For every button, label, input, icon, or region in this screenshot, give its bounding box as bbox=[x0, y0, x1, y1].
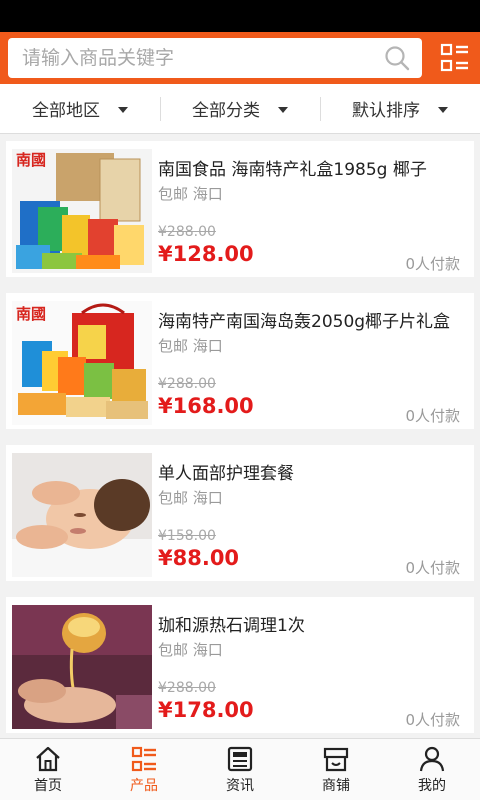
filter-category[interactable]: 全部分类 bbox=[160, 84, 320, 133]
shipping-label: 包邮 bbox=[158, 185, 189, 203]
sale-price: ¥128.00 bbox=[158, 242, 254, 266]
filter-region-label: 全部地区 bbox=[32, 101, 100, 121]
original-price: ¥158.00 bbox=[158, 528, 216, 544]
list-icon bbox=[131, 746, 156, 772]
status-bar bbox=[0, 0, 480, 32]
caret-down-icon bbox=[118, 106, 128, 113]
product-title: 单人面部护理套餐 bbox=[158, 464, 294, 484]
shipping-label: 包邮 bbox=[158, 641, 189, 659]
tab-store-label: 商铺 bbox=[322, 778, 350, 794]
product-card[interactable]: 珈和源热石调理1次 包邮 海口 ¥288.00 ¥178.00 0人付款 bbox=[6, 597, 474, 733]
paid-count: 0人付款 bbox=[405, 711, 460, 729]
filter-bar: 全部地区 全部分类 默认排序 bbox=[0, 84, 480, 134]
news-icon bbox=[227, 746, 253, 772]
paid-count: 0人付款 bbox=[405, 407, 460, 425]
tab-products[interactable]: 产品 bbox=[96, 739, 192, 800]
bottom-nav: 首页 产品 资讯 商铺 我的 bbox=[0, 738, 480, 800]
tab-store[interactable]: 商铺 bbox=[288, 739, 384, 800]
product-meta: 包邮 海口 bbox=[158, 335, 223, 356]
paid-count: 0人付款 bbox=[405, 559, 460, 577]
location-label: 海口 bbox=[192, 641, 223, 659]
tab-home[interactable]: 首页 bbox=[0, 739, 96, 800]
product-meta: 包邮 海口 bbox=[158, 639, 223, 660]
paid-count: 0人付款 bbox=[405, 255, 460, 273]
product-thumbnail bbox=[12, 605, 152, 729]
product-title: 珈和源热石调理1次 bbox=[158, 616, 305, 636]
product-thumbnail bbox=[12, 453, 152, 577]
filter-category-label: 全部分类 bbox=[192, 101, 260, 121]
search-input[interactable] bbox=[22, 38, 372, 78]
original-price: ¥288.00 bbox=[158, 224, 216, 240]
filter-sort-label: 默认排序 bbox=[352, 101, 420, 121]
product-meta: 包邮 海口 bbox=[158, 183, 223, 204]
original-price: ¥288.00 bbox=[158, 376, 216, 392]
caret-down-icon bbox=[438, 106, 448, 113]
tab-profile[interactable]: 我的 bbox=[384, 739, 480, 800]
search-icon[interactable] bbox=[384, 45, 410, 71]
product-thumbnail: 南國 bbox=[12, 301, 152, 425]
store-icon bbox=[323, 747, 349, 772]
product-list: 南國 南国食品 海南特产礼盒1985g 椰子 包邮 海口 ¥288.00 ¥12… bbox=[0, 134, 480, 738]
tab-news-label: 资讯 bbox=[226, 778, 254, 794]
top-bar bbox=[0, 32, 480, 84]
sale-price: ¥178.00 bbox=[158, 698, 254, 722]
sale-price: ¥88.00 bbox=[158, 546, 240, 570]
product-title: 海南特产南国海岛轰2050g椰子片礼盒 bbox=[158, 312, 451, 332]
product-card[interactable]: 单人面部护理套餐 包邮 海口 ¥158.00 ¥88.00 0人付款 bbox=[6, 445, 474, 581]
svg-text:南國: 南國 bbox=[16, 305, 46, 323]
tab-profile-label: 我的 bbox=[418, 778, 446, 794]
sale-price: ¥168.00 bbox=[158, 394, 254, 418]
product-meta: 包邮 海口 bbox=[158, 487, 223, 508]
location-label: 海口 bbox=[192, 489, 223, 507]
product-card[interactable]: 南國 南国食品 海南特产礼盒1985g 椰子 包邮 海口 ¥288.00 ¥12… bbox=[6, 141, 474, 277]
tab-news[interactable]: 资讯 bbox=[192, 739, 288, 800]
filter-sort[interactable]: 默认排序 bbox=[320, 84, 480, 133]
tab-products-label: 产品 bbox=[130, 778, 158, 794]
product-title: 南国食品 海南特产礼盒1985g 椰子 bbox=[158, 160, 427, 180]
location-label: 海口 bbox=[192, 185, 223, 203]
svg-text:南國: 南國 bbox=[16, 151, 46, 169]
product-thumbnail: 南國 bbox=[12, 149, 152, 273]
caret-down-icon bbox=[278, 106, 288, 113]
tab-home-label: 首页 bbox=[34, 778, 62, 794]
filter-region[interactable]: 全部地区 bbox=[0, 84, 160, 133]
search-box[interactable] bbox=[8, 38, 422, 78]
product-card[interactable]: 南國 海南特产南国海岛轰2050g椰子片礼盒 包邮 海口 ¥288.00 ¥16… bbox=[6, 293, 474, 429]
original-price: ¥288.00 bbox=[158, 680, 216, 696]
grid-menu-icon[interactable] bbox=[440, 43, 470, 73]
user-icon bbox=[419, 746, 445, 772]
home-icon bbox=[36, 746, 60, 772]
shipping-label: 包邮 bbox=[158, 489, 189, 507]
location-label: 海口 bbox=[192, 337, 223, 355]
shipping-label: 包邮 bbox=[158, 337, 189, 355]
